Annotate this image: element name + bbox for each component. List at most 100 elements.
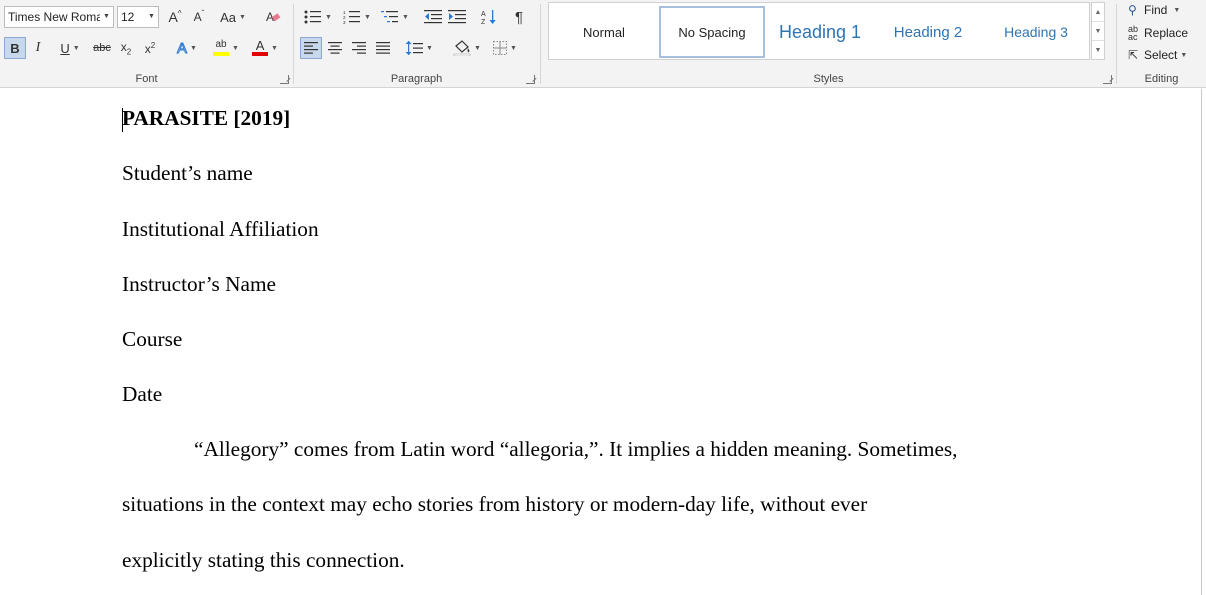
style-no-spacing[interactable]: No Spacing	[659, 6, 765, 58]
paragraph-group: ▼ 1 2 3 ▼ ▼ A Z ¶ ▼ ▼ ▼ Paragraph	[294, 0, 539, 88]
affiliation-line[interactable]: Institutional Affiliation	[122, 217, 319, 242]
decrease-indent-button[interactable]	[422, 6, 444, 28]
line-spacing-icon	[405, 41, 424, 55]
style-label: Heading 3	[1004, 24, 1068, 40]
chevron-down-icon[interactable]: ▼	[474, 45, 481, 52]
font-group-label: Font	[135, 73, 158, 85]
chevron-down-icon[interactable]: ▼	[426, 45, 433, 52]
chevron-down-icon[interactable]: ▼	[190, 45, 197, 52]
align-right-button[interactable]	[348, 37, 370, 59]
eraser-icon: A	[266, 10, 281, 24]
bullets-button[interactable]: ▼	[300, 6, 336, 28]
align-left-icon	[304, 42, 318, 54]
superscript-button[interactable]: x2	[140, 37, 160, 59]
instructor-line[interactable]: Instructor’s Name	[122, 272, 276, 297]
chevron-down-icon[interactable]: ▼	[510, 45, 517, 52]
strikethrough-icon: abc	[93, 42, 111, 54]
align-right-icon	[352, 42, 366, 54]
borders-button[interactable]: ▼	[488, 37, 522, 59]
align-center-icon	[328, 42, 342, 54]
scroll-down-icon[interactable]: ▼	[1092, 22, 1104, 41]
underline-button[interactable]: U ▼	[52, 37, 88, 59]
justify-button[interactable]	[372, 37, 394, 59]
chevron-down-icon[interactable]: ▼	[402, 14, 409, 21]
chevron-down-icon[interactable]: ▼	[1173, 7, 1180, 14]
highlight-label: ab	[215, 39, 227, 50]
paint-bucket-icon	[453, 40, 471, 56]
increase-indent-button[interactable]	[446, 6, 468, 28]
style-normal[interactable]: Normal	[551, 6, 657, 58]
find-button[interactable]: ⚲ Find ▼	[1128, 0, 1180, 20]
chevron-down-icon[interactable]: ▼	[232, 45, 239, 52]
font-color-label: A	[255, 38, 265, 53]
change-case-icon: Aa	[220, 9, 236, 25]
find-label: Find	[1144, 3, 1168, 17]
body-paragraph-line[interactable]: explicitly stating this connection.	[122, 548, 405, 573]
style-heading-3[interactable]: Heading 3	[983, 6, 1089, 58]
numbering-button[interactable]: 1 2 3 ▼	[340, 6, 374, 28]
highlight-color-button[interactable]: ab ▼	[208, 37, 244, 59]
style-heading-1[interactable]: Heading 1	[767, 6, 873, 58]
font-dialog-launcher-icon[interactable]	[280, 75, 289, 84]
font-size-combo[interactable]: 12 ▼	[117, 6, 159, 28]
font-color-button[interactable]: A ▼	[248, 37, 282, 59]
chevron-down-icon[interactable]: ▼	[100, 7, 113, 27]
text-effects-icon: A	[177, 39, 188, 57]
select-button[interactable]: ⇱ Select ▼	[1128, 45, 1187, 65]
chevron-down-icon[interactable]: ▼	[325, 14, 332, 21]
chevron-down-icon[interactable]: ▼	[271, 45, 278, 52]
styles-dialog-launcher-icon[interactable]	[1103, 75, 1112, 84]
chevron-down-icon[interactable]: ▼	[1180, 52, 1187, 59]
font-name-combo[interactable]: Times New Roma ▼	[4, 6, 114, 28]
svg-text:A: A	[481, 11, 486, 18]
style-label: Heading 1	[778, 21, 862, 42]
italic-button[interactable]: I	[28, 37, 48, 59]
scroll-up-icon[interactable]: ▲	[1092, 3, 1104, 22]
borders-icon	[493, 41, 508, 55]
style-heading-2[interactable]: Heading 2	[875, 6, 981, 58]
sort-button[interactable]: A Z	[478, 6, 500, 28]
font-color-swatch	[252, 52, 269, 56]
pilcrow-icon: ¶	[514, 8, 524, 26]
multilevel-list-icon	[381, 11, 399, 23]
body-paragraph-line[interactable]: situations in the context may echo stori…	[122, 492, 867, 517]
style-label: No Spacing	[678, 24, 746, 40]
subscript-button[interactable]: x2	[116, 37, 136, 59]
chevron-down-icon[interactable]: ▼	[145, 7, 158, 27]
align-center-button[interactable]	[324, 37, 346, 59]
increase-indent-icon	[448, 10, 466, 24]
shading-button[interactable]: ▼	[450, 37, 484, 59]
grow-font-button[interactable]: A ^	[164, 6, 186, 28]
text-cursor	[122, 108, 123, 132]
svg-text:3: 3	[343, 20, 346, 24]
change-case-button[interactable]: Aa ▼	[216, 6, 250, 28]
paragraph-dialog-launcher-icon[interactable]	[526, 75, 535, 84]
date-line[interactable]: Date	[122, 382, 162, 407]
replace-button[interactable]: ab ac Replace	[1128, 23, 1188, 43]
highlight-swatch	[213, 52, 230, 56]
superscript-icon: x2	[144, 40, 156, 56]
show-hide-marks-button[interactable]: ¶	[508, 6, 530, 28]
align-left-button[interactable]	[300, 37, 322, 59]
styles-gallery-scroller: ▲ ▼ ▼	[1091, 2, 1105, 60]
line-spacing-button[interactable]: ▼	[402, 37, 436, 59]
shrink-font-button[interactable]: Aˇ	[188, 6, 210, 28]
expand-gallery-icon[interactable]: ▼	[1092, 41, 1104, 60]
body-paragraph-line[interactable]: “Allegory” comes from Latin word “allego…	[194, 437, 958, 462]
style-label: Heading 2	[893, 23, 963, 41]
clear-formatting-button[interactable]: A	[262, 6, 284, 28]
course-line[interactable]: Course	[122, 327, 182, 352]
multilevel-list-button[interactable]: ▼	[378, 6, 412, 28]
shrink-font-icon: A	[193, 10, 202, 24]
page-edge	[1201, 89, 1202, 595]
chevron-down-icon[interactable]: ▼	[73, 45, 80, 52]
chevron-down-icon[interactable]: ▼	[364, 14, 371, 21]
subscript-icon: x2	[120, 39, 132, 57]
bold-button[interactable]: B	[4, 37, 26, 59]
student-name-line[interactable]: Student’s name	[122, 161, 253, 186]
document-title[interactable]: PARASITE [2019]	[122, 106, 290, 131]
strikethrough-button[interactable]: abc	[90, 37, 114, 59]
font-group: Times New Roma ▼ 12 ▼ A^ Aˇ Aa▼ A B I	[0, 0, 293, 88]
text-effects-button[interactable]: A ▼	[170, 37, 204, 59]
underline-icon: U	[60, 40, 70, 56]
